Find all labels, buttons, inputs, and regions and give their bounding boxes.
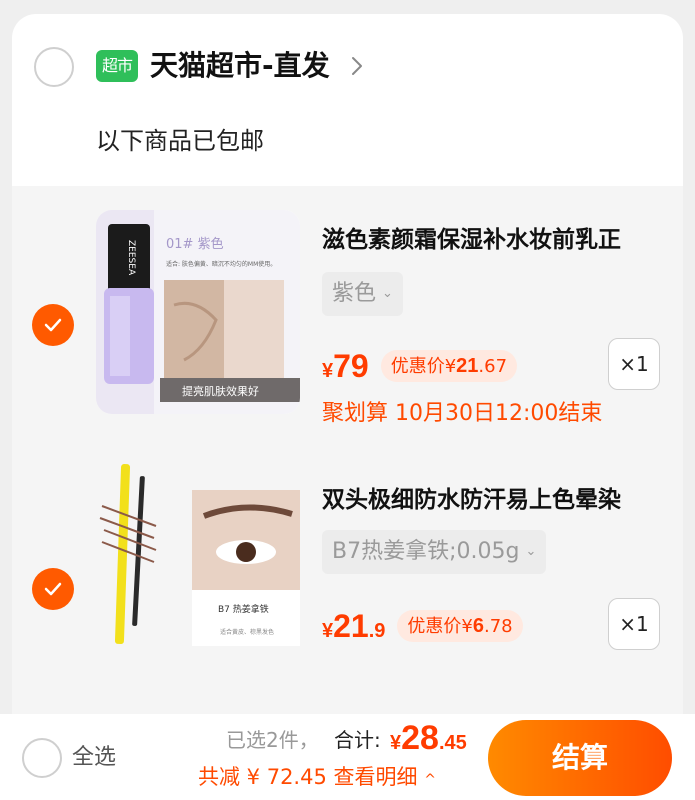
select-all-radio[interactable] <box>22 738 62 778</box>
cart-item: ZEESEA 01# 紫色 适合: 肤色偏黄、暗沉不均匀的MM使用。 提亮肌肤效… <box>12 186 683 436</box>
product-image[interactable]: B7 热姜拿铁 适合黄皮、棕黑发色 <box>96 456 306 686</box>
deal-countdown: 聚划算 10月30日12:00结束 <box>322 401 603 426</box>
item-checkbox[interactable] <box>32 304 74 346</box>
item-price: ¥79 <box>322 347 369 384</box>
caret-down-icon: ⌄ <box>525 544 537 559</box>
product-brand: ZEESEA <box>126 240 136 276</box>
discount-details-link[interactable]: 共减 ¥ 72.45 查看明细 ^ <box>198 762 436 795</box>
item-checkbox[interactable] <box>32 568 74 610</box>
promo-price-badge: 优惠价¥21.67 <box>380 350 518 382</box>
promo-price-badge: 优惠价¥6.78 <box>397 610 523 642</box>
selected-count: 已选2件， <box>226 728 319 752</box>
product-title[interactable]: 双头极细防水防汗易上色晕染 <box>322 484 662 516</box>
shade-label: 01# 紫色 <box>166 236 224 252</box>
product-title[interactable]: 滋色素颜霜保湿补水妆前乳正 <box>322 224 662 256</box>
store-name[interactable]: 天猫超市-直发 <box>150 48 330 84</box>
select-all-label[interactable]: 全选 <box>72 742 116 774</box>
checkmark-icon <box>44 582 62 596</box>
cart-item: B7 热姜拿铁 适合黄皮、棕黑发色 双头极细防水防汗易上色晕染 B7热姜拿铁;0… <box>12 456 683 706</box>
variant-label: 紫色 <box>332 281 377 306</box>
checkout-bar: 全选 已选2件， 合计: ¥28.45 共减 ¥ 72.45 查看明细 ^ 结算 <box>0 714 695 800</box>
suit-text: 适合: 肤色偏黄、暗沉不均匀的MM使用。 <box>166 260 276 268</box>
variant-label: B7热姜拿铁;0.05g <box>332 539 520 564</box>
price-row: ¥79 优惠价¥21.67 <box>322 344 518 388</box>
supermarket-logo: 超市 <box>96 50 138 82</box>
variant-selector[interactable]: 紫色 ⌄ <box>322 272 403 316</box>
cart-store-card: 超市 天猫超市-直发 以下商品已包邮 ZEESEA 01# 紫色 适合: 肤色偏… <box>12 14 683 714</box>
total-label: 合计: <box>334 728 381 752</box>
cart-items: ZEESEA 01# 紫色 适合: 肤色偏黄、暗沉不均匀的MM使用。 提亮肌肤效… <box>12 186 683 714</box>
store-header[interactable]: 超市 天猫超市-直发 <box>12 14 683 118</box>
checkout-button[interactable]: 结算 <box>488 720 672 796</box>
variant-selector[interactable]: B7热姜拿铁;0.05g ⌄ <box>322 530 547 574</box>
store-select-radio[interactable] <box>34 47 74 87</box>
caret-up-icon: ^ <box>424 772 436 788</box>
chevron-right-icon[interactable] <box>350 54 364 78</box>
checkmark-icon <box>44 318 62 332</box>
free-shipping-note: 以下商品已包邮 <box>96 127 264 155</box>
item-price: ¥21.9 <box>322 607 386 644</box>
image-caption: 提亮肌肤效果好 <box>182 384 259 398</box>
total-price: ¥28.45 <box>390 719 467 757</box>
shade-label: B7 热姜拿铁 <box>218 603 269 615</box>
price-row: ¥21.9 优惠价¥6.78 <box>322 604 523 648</box>
thumb-note: 适合黄皮、棕黑发色 <box>220 628 274 636</box>
quantity-stepper[interactable]: ×1 <box>608 338 660 390</box>
quantity-stepper[interactable]: ×1 <box>608 598 660 650</box>
product-image[interactable]: ZEESEA 01# 紫色 适合: 肤色偏黄、暗沉不均匀的MM使用。 提亮肌肤效… <box>96 210 300 414</box>
caret-down-icon: ⌄ <box>382 286 393 301</box>
